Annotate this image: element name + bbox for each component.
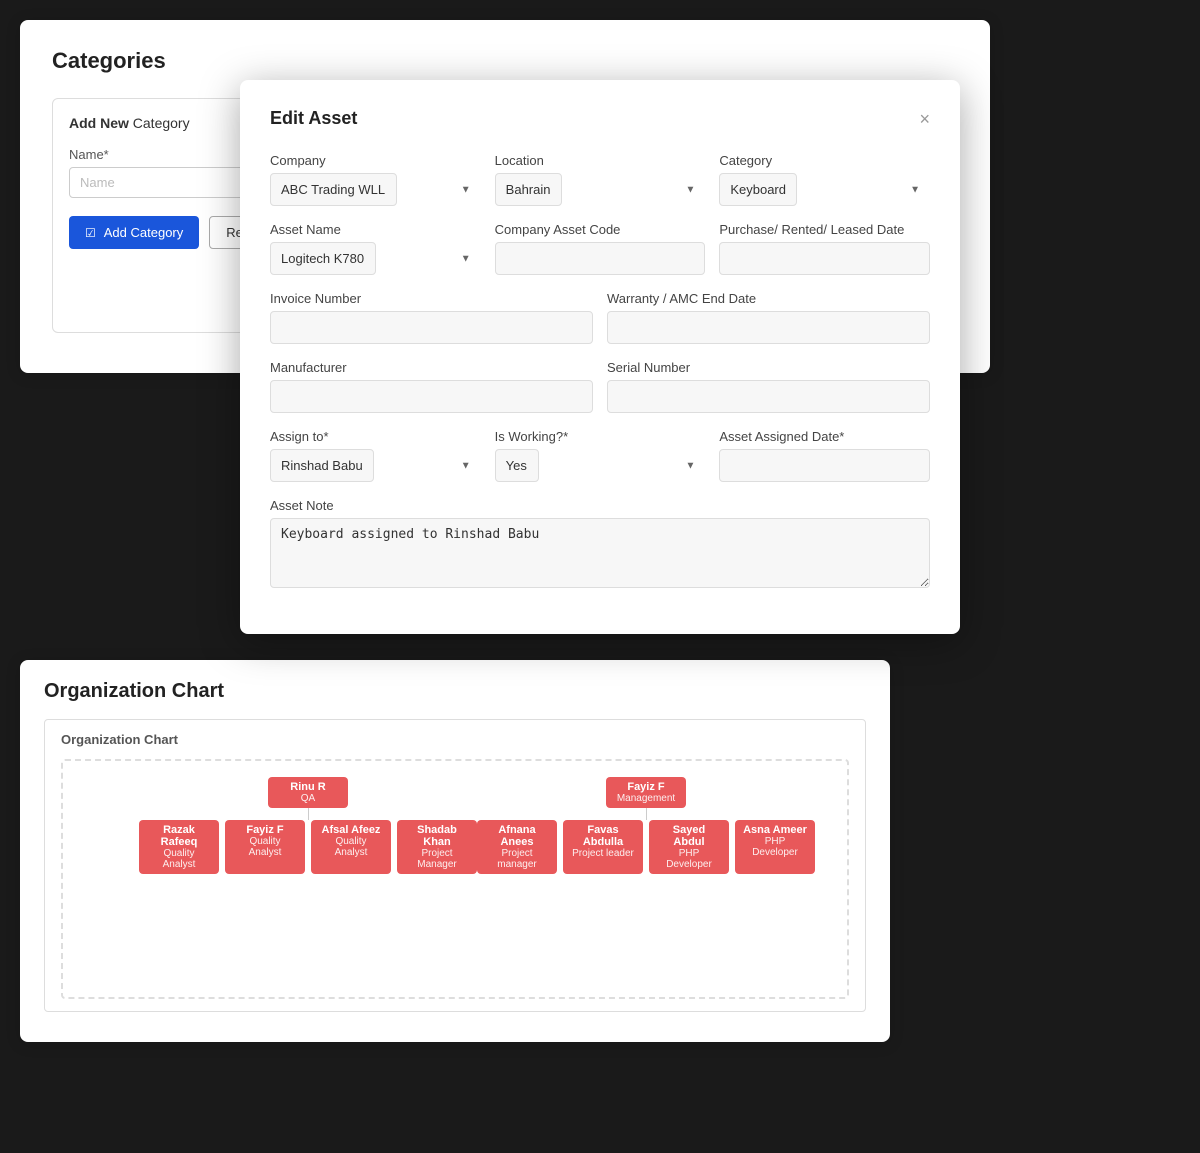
- asset-assigned-date-input[interactable]: 2022-08-09: [719, 449, 930, 482]
- modal-close-button[interactable]: ×: [919, 110, 930, 128]
- asset-name-select-wrapper: Logitech K780: [270, 242, 481, 275]
- modal-row-6: Asset Note Keyboard assigned to Rinshad …: [270, 498, 930, 588]
- is-working-select-wrapper: Yes: [495, 449, 706, 482]
- purchase-date-field: Purchase/ Rented/ Leased Date 2019-08-12: [719, 222, 930, 275]
- modal-row-5: Assign to* Rinshad Babu Is Working?* Yes…: [270, 429, 930, 482]
- invoice-number-input[interactable]: 3585: [270, 311, 593, 344]
- asset-name-select[interactable]: Logitech K780: [270, 242, 376, 275]
- company-select[interactable]: ABC Trading WLL: [270, 173, 397, 206]
- assign-to-field: Assign to* Rinshad Babu: [270, 429, 481, 482]
- purchase-date-label: Purchase/ Rented/ Leased Date: [719, 222, 930, 237]
- category-label: Category: [719, 153, 930, 168]
- modal-row-1: Company ABC Trading WLL Location Bahrain…: [270, 153, 930, 206]
- company-label: Company: [270, 153, 481, 168]
- asset-assigned-date-label: Asset Assigned Date*: [719, 429, 930, 444]
- warranty-date-label: Warranty / AMC End Date: [607, 291, 930, 306]
- purchase-date-input[interactable]: 2019-08-12: [719, 242, 930, 275]
- invoice-number-field: Invoice Number 3585: [270, 291, 593, 344]
- company-asset-code-field: Company Asset Code ABC0011: [495, 222, 706, 275]
- location-field: Location Bahrain: [495, 153, 706, 206]
- warranty-date-input[interactable]: 2020-10-09: [607, 311, 930, 344]
- asset-assigned-date-field: Asset Assigned Date* 2022-08-09: [719, 429, 930, 482]
- company-asset-code-label: Company Asset Code: [495, 222, 706, 237]
- assign-to-select-wrapper: Rinshad Babu: [270, 449, 481, 482]
- asset-note-label: Asset Note: [270, 498, 930, 513]
- manufacturer-input[interactable]: Dell: [270, 380, 593, 413]
- asset-note-textarea[interactable]: Keyboard assigned to Rinshad Babu: [270, 518, 930, 588]
- location-select[interactable]: Bahrain: [495, 173, 562, 206]
- modal-row-2: Asset Name Logitech K780 Company Asset C…: [270, 222, 930, 275]
- category-select[interactable]: Keyboard: [719, 173, 797, 206]
- category-field: Category Keyboard: [719, 153, 930, 206]
- assign-to-select[interactable]: Rinshad Babu: [270, 449, 374, 482]
- asset-name-field: Asset Name Logitech K780: [270, 222, 481, 275]
- is-working-label: Is Working?*: [495, 429, 706, 444]
- manufacturer-field: Manufacturer Dell: [270, 360, 593, 413]
- modal-row-4: Manufacturer Dell Serial Number 6821: [270, 360, 930, 413]
- modal-header: Edit Asset ×: [270, 108, 930, 129]
- is-working-select[interactable]: Yes: [495, 449, 539, 482]
- modal-row-3: Invoice Number 3585 Warranty / AMC End D…: [270, 291, 930, 344]
- serial-number-label: Serial Number: [607, 360, 930, 375]
- invoice-number-label: Invoice Number: [270, 291, 593, 306]
- is-working-field: Is Working?* Yes: [495, 429, 706, 482]
- company-field: Company ABC Trading WLL: [270, 153, 481, 206]
- asset-name-label: Asset Name: [270, 222, 481, 237]
- assign-to-label: Assign to*: [270, 429, 481, 444]
- company-select-wrapper: ABC Trading WLL: [270, 173, 481, 206]
- edit-asset-modal: Edit Asset × Company ABC Trading WLL Loc…: [240, 80, 960, 634]
- category-select-wrapper: Keyboard: [719, 173, 930, 206]
- serial-number-field: Serial Number 6821: [607, 360, 930, 413]
- asset-note-field: Asset Note Keyboard assigned to Rinshad …: [270, 498, 930, 588]
- warranty-date-field: Warranty / AMC End Date 2020-10-09: [607, 291, 930, 344]
- modal-title: Edit Asset: [270, 108, 357, 129]
- serial-number-input[interactable]: 6821: [607, 380, 930, 413]
- manufacturer-label: Manufacturer: [270, 360, 593, 375]
- modal-overlay: Edit Asset × Company ABC Trading WLL Loc…: [0, 0, 1200, 1153]
- company-asset-code-input[interactable]: ABC0011: [495, 242, 706, 275]
- location-select-wrapper: Bahrain: [495, 173, 706, 206]
- location-label: Location: [495, 153, 706, 168]
